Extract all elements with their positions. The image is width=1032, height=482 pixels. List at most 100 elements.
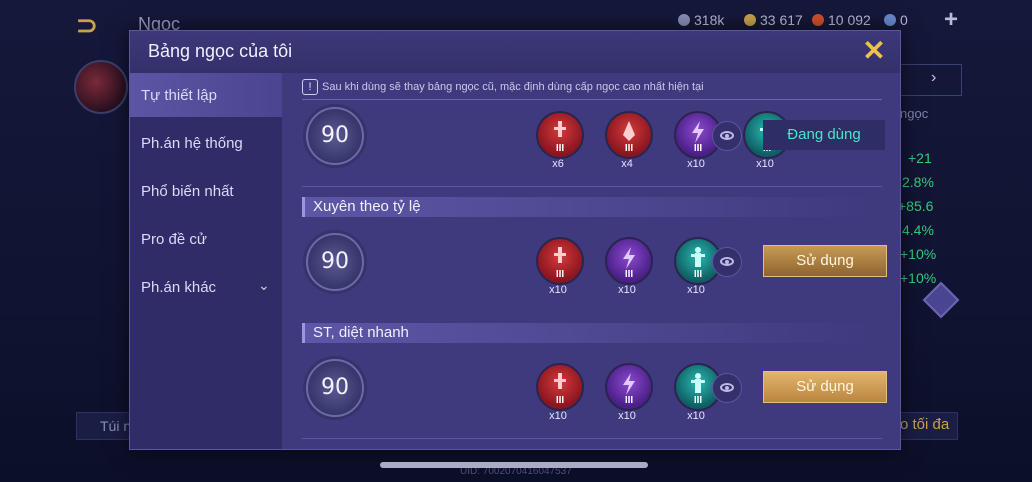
- rune-count: x10: [687, 410, 705, 422]
- level-badge: 90: [306, 107, 364, 165]
- rune-count: x6: [552, 158, 564, 170]
- sidebar-item-pro[interactable]: Pro đề cử: [130, 217, 282, 261]
- flame-icon: [623, 121, 635, 141]
- sword-figure-icon: [554, 373, 566, 389]
- notice-bar: ! Sau khi dùng sẽ thay bảng ngọc cũ, mặc…: [302, 77, 882, 100]
- rune-tier: III: [624, 269, 634, 280]
- use-button[interactable]: Sử dụng: [763, 371, 887, 403]
- rune-count: x10: [756, 158, 774, 170]
- sword-figure-icon: [554, 121, 566, 137]
- sidebar-item-system[interactable]: Ph.án hệ thống: [130, 121, 282, 165]
- rune-page-title: ST, diệt nhanh: [302, 323, 875, 343]
- rune-icon-red[interactable]: III: [536, 363, 584, 411]
- rune-page-row: 90 III x10 III x10 III x10 Sử dụng: [282, 229, 900, 299]
- info-icon: !: [302, 79, 318, 95]
- rune-tier: III: [693, 143, 703, 154]
- resource-ruby: 10 092: [812, 12, 871, 28]
- next-panel[interactable]: ›: [900, 64, 962, 96]
- modal-title: Bảng ngọc của tôi: [148, 41, 293, 61]
- sidebar-item-other[interactable]: Ph.án khác ⌄: [130, 265, 282, 309]
- home-indicator[interactable]: [380, 462, 648, 468]
- level-value: 90: [321, 249, 349, 274]
- rune-tier: III: [693, 269, 703, 280]
- stat-value: +85.6: [898, 198, 934, 214]
- rune-icon-red[interactable]: III: [605, 111, 653, 159]
- gold-coin-icon: [744, 14, 756, 26]
- sidebar-item-label: Ph.án khác: [141, 279, 217, 296]
- ngoc-label: ngọc: [900, 106, 929, 121]
- rune-page-row: 90 III x6 III x4 III x10 III x10 Đang dù…: [282, 103, 900, 173]
- lightning-icon: [623, 373, 635, 395]
- sword-figure-icon: [554, 247, 566, 263]
- back-arrow-icon[interactable]: ⊃: [76, 12, 118, 38]
- divider: [302, 438, 882, 439]
- close-icon[interactable]: ✕: [860, 37, 888, 65]
- preview-eye-icon[interactable]: [712, 373, 742, 403]
- rune-icon-purple[interactable]: III: [605, 237, 653, 285]
- rune-icon-purple[interactable]: III: [605, 363, 653, 411]
- resource-value: 10 092: [828, 12, 871, 28]
- resource-value: 318k: [694, 12, 725, 28]
- lightning-icon: [623, 247, 635, 269]
- use-button[interactable]: Sử dụng: [763, 245, 887, 277]
- sidebar-item-label: Pro đề cử: [141, 231, 207, 248]
- rune-tier: III: [555, 395, 565, 406]
- rune-count: x10: [687, 158, 705, 170]
- voucher-icon: [884, 14, 896, 26]
- rune-icon-red[interactable]: III: [536, 237, 584, 285]
- modal-header: Bảng ngọc của tôi ✕: [130, 31, 900, 74]
- sidebar: Tự thiết lập Ph.án hệ thống Phổ biến nhấ…: [130, 73, 285, 449]
- resource-value: 33 617: [760, 12, 803, 28]
- rune-count: x10: [618, 284, 636, 296]
- stat-value: 4.4%: [902, 222, 934, 238]
- rune-page-row: 90 III x10 III x10 III x10 Sử dụng: [282, 355, 900, 425]
- stat-value: +10%: [900, 246, 937, 262]
- silver-coin-icon: [678, 14, 690, 26]
- rune-pages-content: ! Sau khi dùng sẽ thay bảng ngọc cũ, mặc…: [282, 73, 960, 449]
- stat-value: +10%: [900, 270, 937, 286]
- rune-tier: III: [555, 269, 565, 280]
- notice-text: Sau khi dùng sẽ thay bảng ngọc cũ, mặc đ…: [322, 81, 704, 93]
- sidebar-item-label: Phổ biến nhất: [141, 183, 234, 200]
- preview-eye-icon[interactable]: [712, 121, 742, 151]
- rune-tier: III: [624, 395, 634, 406]
- bag-label[interactable]: Túi n: [100, 418, 131, 434]
- add-resource-button[interactable]: +: [944, 6, 958, 34]
- in-use-button[interactable]: Đang dùng: [763, 120, 885, 150]
- stat-value: +21: [908, 150, 932, 166]
- sidebar-item-label: Tự thiết lập: [141, 87, 217, 104]
- resource-value: 0: [900, 12, 908, 28]
- rune-tier: III: [624, 143, 634, 154]
- rune-tier: III: [555, 143, 565, 154]
- sidebar-item-label: Ph.án hệ thống: [141, 135, 243, 152]
- sidebar-item-popular[interactable]: Phổ biến nhất: [130, 169, 282, 213]
- rune-page-title: Xuyên theo tỷ lệ: [302, 197, 875, 217]
- preview-eye-icon[interactable]: [712, 247, 742, 277]
- hero-avatar[interactable]: [74, 60, 128, 114]
- chevron-right-icon: ›: [931, 69, 937, 86]
- rune-page-title-text: Xuyên theo tỷ lệ: [313, 198, 421, 215]
- chevron-down-icon: ⌄: [258, 277, 270, 293]
- resource-voucher: 0: [884, 12, 908, 28]
- rune-icon-red[interactable]: III: [536, 111, 584, 159]
- figure-icon: [691, 247, 705, 267]
- max-label[interactable]: o tối đa: [900, 416, 949, 433]
- resource-silver: 318k: [678, 12, 724, 28]
- figure-icon: [691, 373, 705, 393]
- lightning-icon: [692, 121, 704, 143]
- rune-count: x10: [618, 410, 636, 422]
- sidebar-item-custom[interactable]: Tự thiết lập: [130, 73, 285, 117]
- level-value: 90: [321, 123, 349, 148]
- resource-gold: 33 617: [744, 12, 803, 28]
- divider: [302, 186, 882, 187]
- stat-value: 2.8%: [902, 174, 934, 190]
- rune-count: x10: [549, 410, 567, 422]
- level-badge: 90: [306, 359, 364, 417]
- rune-pages-modal: Bảng ngọc của tôi ✕ Tự thiết lập Ph.án h…: [129, 30, 960, 450]
- rune-tier: III: [693, 395, 703, 406]
- rune-count: x4: [621, 158, 633, 170]
- rune-page-title-text: ST, diệt nhanh: [313, 324, 409, 341]
- rune-count: x10: [549, 284, 567, 296]
- ruby-icon: [812, 14, 824, 26]
- level-value: 90: [321, 375, 349, 400]
